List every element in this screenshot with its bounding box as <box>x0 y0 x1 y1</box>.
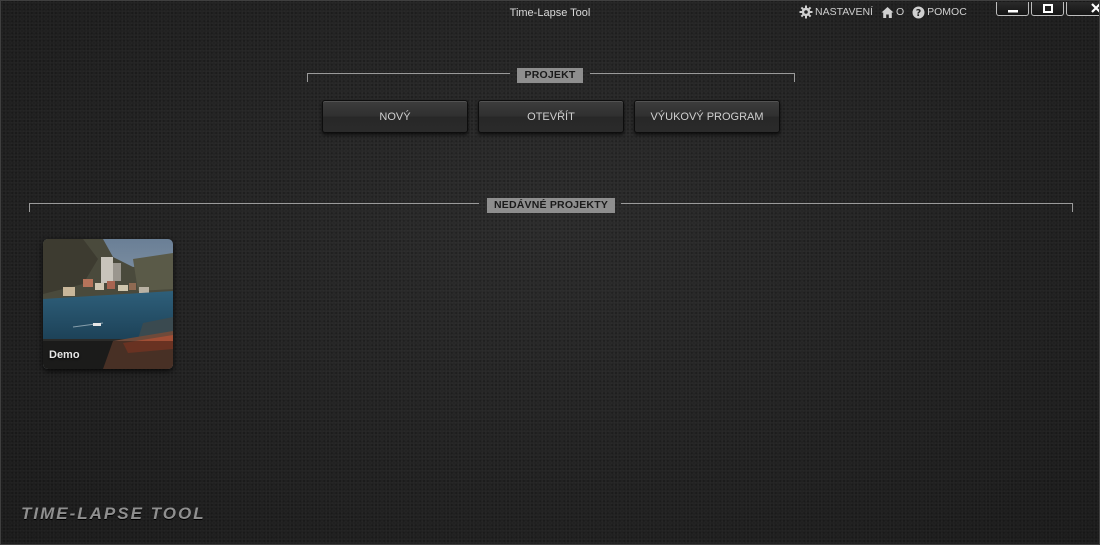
help-menu-item[interactable]: ? POMOC <box>912 6 967 19</box>
tutorial-button[interactable]: VÝUKOVÝ PROGRAM <box>634 100 780 133</box>
section-divider <box>307 73 510 74</box>
section-divider <box>590 73 795 74</box>
about-label: O <box>895 6 905 18</box>
maximize-icon <box>1042 1 1053 18</box>
section-divider <box>794 73 795 82</box>
settings-label: NASTAVENÍ <box>815 6 873 18</box>
section-divider <box>621 203 1073 204</box>
section-divider <box>307 73 308 82</box>
home-icon <box>881 6 894 19</box>
recent-projects-header: NEDÁVNÉ PROJEKTY <box>29 198 1074 214</box>
recent-projects-title: NEDÁVNÉ PROJEKTY <box>487 198 615 213</box>
maximize-button[interactable] <box>1031 2 1064 16</box>
section-divider <box>29 203 30 212</box>
minimize-button[interactable] <box>996 2 1029 16</box>
project-section-header: PROJEKT <box>307 68 796 84</box>
new-project-button[interactable]: NOVÝ <box>322 100 468 133</box>
settings-menu-item[interactable]: NASTAVENÍ <box>799 5 873 19</box>
close-icon <box>1091 1 1099 18</box>
help-icon: ? <box>912 6 925 19</box>
title-bar[interactable]: Time-Lapse Tool NASTAVENÍ O ? POMOC <box>1 1 1099 27</box>
svg-text:?: ? <box>916 8 922 19</box>
project-section-title: PROJEKT <box>517 68 583 83</box>
recent-project-card[interactable]: Demo <box>43 239 173 369</box>
project-name: Demo <box>49 349 80 361</box>
open-project-button[interactable]: OTEVŘÍT <box>478 100 624 133</box>
app-logo: TIME-LAPSE TOOL <box>21 504 206 523</box>
top-menu: NASTAVENÍ O ? POMOC <box>799 4 967 20</box>
section-divider <box>1072 203 1073 212</box>
close-button[interactable] <box>1066 1 1099 18</box>
main-window: Time-Lapse Tool NASTAVENÍ O ? POMOC PROJ… <box>0 0 1100 545</box>
help-label: POMOC <box>927 6 967 18</box>
about-menu-item[interactable]: O <box>881 6 904 19</box>
window-controls <box>996 1 1099 18</box>
gear-icon <box>799 5 813 19</box>
minimize-icon <box>1007 1 1018 18</box>
section-divider <box>29 203 479 204</box>
